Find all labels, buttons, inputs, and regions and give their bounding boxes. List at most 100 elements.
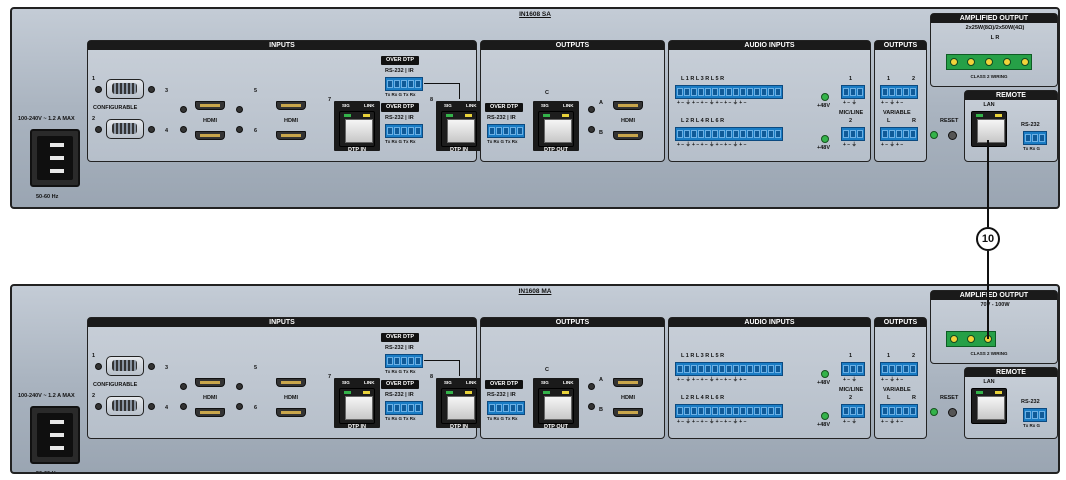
remote-rs232-terminal[interactable] bbox=[1023, 408, 1047, 422]
hdmi-input-4[interactable] bbox=[195, 408, 225, 417]
dtp-in-label: DTP IN bbox=[450, 424, 468, 430]
mic-line-terminal-2[interactable] bbox=[841, 127, 865, 141]
rs232-ir-terminal-out[interactable] bbox=[487, 401, 525, 415]
power-inlet[interactable] bbox=[30, 129, 80, 187]
power-inlet[interactable] bbox=[30, 406, 80, 464]
dtp-in-8-port[interactable] bbox=[441, 388, 477, 424]
amp-lr-label: L R bbox=[990, 35, 1000, 41]
dtp-in-7-port[interactable] bbox=[339, 111, 375, 147]
audio-output-terminal-1[interactable] bbox=[880, 85, 918, 99]
hdmi-output-a[interactable] bbox=[613, 101, 643, 110]
vga-input-2[interactable] bbox=[106, 119, 144, 139]
dtp-in-7-port[interactable] bbox=[339, 388, 375, 424]
power-pin bbox=[50, 446, 64, 450]
terminal-pin bbox=[747, 88, 753, 96]
reset-button[interactable] bbox=[948, 131, 957, 140]
audio-output-terminal-1[interactable] bbox=[880, 362, 918, 376]
rs232-ir-terminal-8[interactable] bbox=[385, 401, 423, 415]
terminal-pin bbox=[843, 88, 849, 96]
polarity-labels: + − ⏚ + − + − ⏚ + − + − ⏚ + − bbox=[677, 142, 747, 148]
variable-label: VARIABLE bbox=[883, 387, 911, 393]
mic-line-terminal-2[interactable] bbox=[841, 404, 865, 418]
terminal-pin bbox=[903, 130, 909, 138]
hdmi-input-3[interactable] bbox=[195, 378, 225, 387]
terminal-pin bbox=[761, 130, 767, 138]
mic-line-terminal-1[interactable] bbox=[841, 362, 865, 376]
output-a-label: A bbox=[599, 377, 603, 383]
remote-rs232-terminal[interactable] bbox=[1023, 131, 1047, 145]
power-pin bbox=[50, 156, 64, 160]
terminal-pin bbox=[677, 365, 683, 373]
rs232-ir-terminal-8[interactable] bbox=[385, 124, 423, 138]
input-5-label: 5 bbox=[254, 88, 258, 94]
terminal-pin bbox=[394, 404, 400, 412]
polarity-labels: + − ⏚ bbox=[843, 142, 857, 148]
hdmi-output-a[interactable] bbox=[613, 378, 643, 387]
vga-input-1[interactable] bbox=[106, 79, 144, 99]
terminal-pin bbox=[754, 130, 760, 138]
reset-button[interactable] bbox=[948, 408, 957, 417]
rs232-ir-terminal-out[interactable] bbox=[487, 124, 525, 138]
phantom-48v-label: +48V bbox=[817, 145, 830, 151]
dtp-out-port[interactable] bbox=[538, 111, 574, 147]
audio-input-terminal-1[interactable] bbox=[675, 362, 783, 376]
polarity-labels: + − ⏚ + − bbox=[881, 100, 904, 106]
mic-line-terminal-1[interactable] bbox=[841, 85, 865, 99]
terminal-pin bbox=[503, 404, 509, 412]
output-1-label: 1 bbox=[887, 353, 891, 359]
terminal-pin bbox=[496, 404, 502, 412]
audio-output-terminal-2[interactable] bbox=[880, 127, 918, 141]
audio-input-terminal-2[interactable] bbox=[675, 127, 783, 141]
phantom-power-led bbox=[821, 412, 829, 420]
terminal-pin bbox=[857, 365, 863, 373]
terminal-pin bbox=[889, 88, 895, 96]
terminal-pin bbox=[857, 130, 863, 138]
amplified-output-terminal[interactable] bbox=[946, 54, 1032, 70]
led-green bbox=[976, 391, 983, 394]
vga-input-2[interactable] bbox=[106, 396, 144, 416]
audio-inputs-header: AUDIO INPUTS bbox=[669, 318, 870, 327]
link-line bbox=[424, 360, 459, 361]
sig-label: SIG bbox=[444, 380, 452, 385]
lan-port[interactable] bbox=[971, 111, 1007, 147]
led-green bbox=[446, 114, 453, 117]
hdmi-output-b[interactable] bbox=[613, 131, 643, 140]
over-dtp-badge: OVER DTP bbox=[381, 103, 419, 112]
terminal-pin bbox=[889, 407, 895, 415]
audio-input-terminal-2[interactable] bbox=[675, 404, 783, 418]
hdmi-input-6[interactable] bbox=[276, 408, 306, 417]
hdmi-input-6[interactable] bbox=[276, 131, 306, 140]
hdmi-input-5[interactable] bbox=[276, 101, 306, 110]
phantom-48v-label: +48V bbox=[817, 422, 830, 428]
audio-output-terminal-2[interactable] bbox=[880, 404, 918, 418]
terminal-pin-labels: Tx Rx G Tx Rx bbox=[487, 139, 518, 144]
terminal-pin bbox=[768, 130, 774, 138]
phantom-power-led bbox=[821, 93, 829, 101]
dtp-in-label: DTP IN bbox=[348, 147, 366, 153]
over-dtp-badge: OVER DTP bbox=[485, 103, 523, 112]
audio-input-terminal-1[interactable] bbox=[675, 85, 783, 99]
screw-icon bbox=[148, 403, 155, 410]
input-8-label: 8 bbox=[430, 374, 434, 380]
dtp-in-8-port[interactable] bbox=[441, 111, 477, 147]
terminal-pin bbox=[889, 130, 895, 138]
hdmi-input-4[interactable] bbox=[195, 131, 225, 140]
rs232-ir-terminal-7[interactable] bbox=[385, 77, 423, 91]
terminal-pin bbox=[415, 404, 421, 412]
dtp-out-port[interactable] bbox=[538, 388, 574, 424]
screw-icon bbox=[236, 106, 243, 113]
sig-label: SIG bbox=[541, 380, 549, 385]
terminal-pin bbox=[691, 407, 697, 415]
link-label: LINK bbox=[466, 103, 477, 108]
hdmi-input-5[interactable] bbox=[276, 378, 306, 387]
lan-port[interactable] bbox=[971, 388, 1007, 424]
polarity-labels: + − ⏚ + − + − ⏚ + − + − ⏚ + − bbox=[677, 377, 747, 383]
polarity-labels: + − ⏚ bbox=[843, 100, 857, 106]
screw-icon bbox=[588, 383, 595, 390]
link-label: LINK bbox=[563, 103, 574, 108]
hdmi-output-b[interactable] bbox=[613, 408, 643, 417]
vga-input-1[interactable] bbox=[106, 356, 144, 376]
power-pin bbox=[50, 143, 64, 147]
hdmi-input-3[interactable] bbox=[195, 101, 225, 110]
rs232-ir-terminal-7[interactable] bbox=[385, 354, 423, 368]
